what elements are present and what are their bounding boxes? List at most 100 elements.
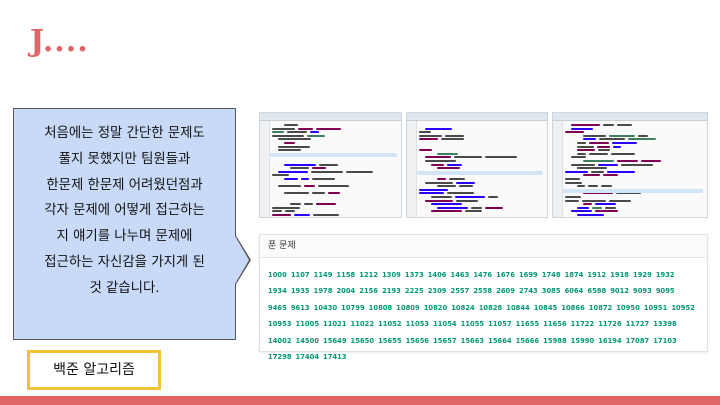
problem-link[interactable]: 10808 [369,304,393,312]
problem-link[interactable]: 15650 [351,337,375,345]
problem-link[interactable]: 9613 [291,304,310,312]
problem-link[interactable]: 9465 [268,304,287,312]
problem-link[interactable]: 15988 [543,337,567,345]
problem-link[interactable]: 9093 [633,287,652,295]
problem-link[interactable]: 1000 [268,271,287,279]
problem-link[interactable]: 1699 [519,271,538,279]
problem-link[interactable]: 10950 [616,304,640,312]
problem-link[interactable]: 11722 [571,320,595,328]
problem-link[interactable]: 1373 [405,271,424,279]
problem-link[interactable]: 11053 [406,320,430,328]
problem-link[interactable]: 13398 [653,320,677,328]
problem-link[interactable]: 2609 [496,287,515,295]
problem-link[interactable]: 15649 [323,337,347,345]
problem-link[interactable]: 15664 [488,337,512,345]
code-line [304,203,313,206]
problem-link[interactable]: 1676 [496,271,515,279]
code-line [278,149,301,152]
problem-link[interactable]: 16194 [598,337,622,345]
problem-link[interactable]: 15666 [516,337,540,345]
problem-link[interactable]: 11052 [378,320,402,328]
problem-link[interactable]: 11054 [433,320,457,328]
problem-link[interactable]: 17413 [323,353,347,361]
problem-link[interactable]: 1149 [314,271,333,279]
problem-link[interactable]: 1978 [314,287,333,295]
problem-link[interactable]: 11005 [296,320,320,328]
problem-link[interactable]: 10844 [506,304,530,312]
problem-link[interactable]: 10866 [561,304,585,312]
problem-link[interactable]: 1406 [428,271,447,279]
problem-link[interactable]: 15663 [461,337,485,345]
problem-link[interactable]: 11655 [516,320,540,328]
problem-link[interactable]: 10824 [451,304,475,312]
problem-link[interactable]: 14500 [296,337,320,345]
problem-link[interactable]: 10820 [424,304,448,312]
problem-link[interactable]: 2156 [359,287,378,295]
code-line [609,134,635,137]
problem-link[interactable]: 11021 [323,320,347,328]
problem-link[interactable]: 1935 [291,287,310,295]
problem-link[interactable]: 1476 [473,271,492,279]
problem-link[interactable]: 10799 [341,304,365,312]
selected-line-highlight [417,171,543,175]
code-line [284,124,298,126]
problem-link[interactable]: 11022 [351,320,375,328]
solved-problems-header: 푼 문제 [260,235,707,258]
problem-link[interactable]: 2225 [405,287,424,295]
problem-link[interactable]: 1932 [656,271,675,279]
problem-link[interactable]: 1929 [633,271,652,279]
code-line [278,185,301,188]
problem-link[interactable]: 15656 [406,337,430,345]
problem-link[interactable]: 14002 [268,337,292,345]
problem-link[interactable]: 6588 [587,287,606,295]
problem-link[interactable]: 6064 [565,287,584,295]
code-line [425,181,453,184]
problem-link[interactable]: 1309 [382,271,401,279]
callout-text: 처음에는 정말 간단한 문제도 풀지 못했지만 팀원들과 한문제 한문제 어려웠… [20,121,229,302]
problem-link[interactable]: 1874 [565,271,584,279]
problem-link[interactable]: 1212 [359,271,378,279]
problem-link[interactable]: 17103 [653,337,677,345]
code-line [611,152,635,155]
code-editor-screenshot [406,112,548,218]
problem-link[interactable]: 2558 [473,287,492,295]
problem-link[interactable]: 2743 [519,287,538,295]
problem-link[interactable]: 11726 [598,320,622,328]
problem-link[interactable]: 9012 [610,287,629,295]
problem-link[interactable]: 1107 [291,271,310,279]
problem-link[interactable]: 17404 [296,353,320,361]
problem-link[interactable]: 10809 [396,304,420,312]
problem-link[interactable]: 11055 [461,320,485,328]
problem-link[interactable]: 1934 [268,287,287,295]
problem-link[interactable]: 10872 [589,304,613,312]
callout-line: 지 얘기를 나누며 문제에 [56,229,193,245]
problem-link[interactable]: 11656 [543,320,567,328]
problem-link[interactable]: 1463 [451,271,470,279]
problem-link[interactable]: 10953 [268,320,292,328]
problem-link[interactable]: 11057 [488,320,512,328]
problem-link[interactable]: 10430 [314,304,338,312]
problem-link[interactable]: 2309 [428,287,447,295]
problem-link[interactable]: 1158 [336,271,355,279]
problem-link[interactable]: 1918 [610,271,629,279]
problem-link[interactable]: 2193 [382,287,401,295]
problem-link[interactable]: 17298 [268,353,292,361]
problem-link[interactable]: 1748 [542,271,561,279]
code-line [565,131,584,134]
problem-link[interactable]: 2004 [336,287,355,295]
problem-link[interactable]: 10952 [671,304,695,312]
problem-link[interactable]: 3085 [542,287,561,295]
problem-link[interactable]: 2557 [451,287,470,295]
code-line [313,214,339,216]
problem-link[interactable]: 9095 [656,287,675,295]
editor-tab-bar [407,113,547,121]
problem-link[interactable]: 17087 [626,337,650,345]
problem-link[interactable]: 15655 [378,337,402,345]
problem-link[interactable]: 1912 [587,271,606,279]
problem-link[interactable]: 10828 [479,304,503,312]
problem-link[interactable]: 10845 [534,304,558,312]
problem-link[interactable]: 15990 [571,337,595,345]
problem-link[interactable]: 15657 [433,337,457,345]
problem-link[interactable]: 10951 [644,304,668,312]
problem-link[interactable]: 11727 [626,320,650,328]
